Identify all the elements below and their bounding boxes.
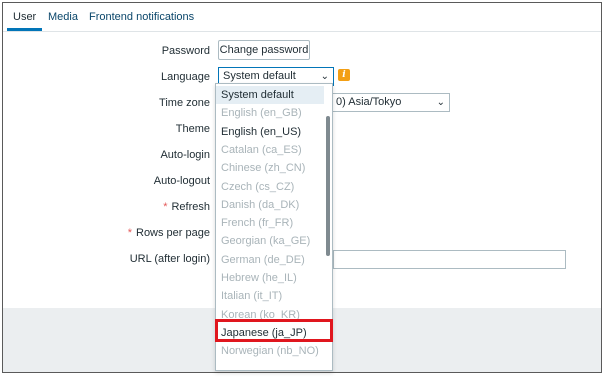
rows-per-page-label: * Rows per page [128, 227, 210, 239]
required-mark: * [127, 227, 132, 239]
tab-media[interactable]: Media [48, 11, 78, 23]
required-mark: * [163, 201, 168, 213]
refresh-label: * Refresh [163, 201, 210, 213]
tab-bar: User Media Frontend notifications [3, 3, 601, 32]
theme-label: Theme [175, 123, 210, 135]
timezone-label: Time zone [159, 97, 210, 109]
dropdown-option: Georgian (ka_GE) [221, 235, 311, 248]
url-after-login-label: URL (after login) [129, 253, 210, 265]
dropdown-option: Italian (it_IT) [221, 290, 283, 303]
active-tab-indicator [7, 28, 42, 31]
autologout-label: Auto-logout [153, 175, 210, 187]
autologin-label: Auto-login [160, 149, 210, 161]
tab-user[interactable]: User [13, 11, 36, 23]
password-label: Password [161, 45, 210, 57]
language-select-value: System default [223, 70, 296, 82]
dropdown-option: Danish (da_DK) [221, 198, 300, 211]
info-icon[interactable]: i [338, 69, 350, 81]
refresh-label-text: Refresh [171, 201, 210, 213]
dropdown-option: Norwegian (nb_NO) [221, 345, 319, 358]
dropdown-option: Hebrew (he_IL) [221, 272, 297, 284]
japanese-option-highlight-box [215, 319, 333, 342]
url-after-login-input[interactable] [333, 250, 566, 269]
dropdown-option: German (de_DE) [221, 253, 305, 266]
change-password-button[interactable]: Change password [218, 40, 310, 60]
dropdown-scrollbar-thumb[interactable] [326, 116, 330, 256]
chevron-down-icon: ⌄ [436, 97, 445, 108]
language-label: Language [161, 71, 210, 83]
dropdown-option: Chinese (zh_CN) [221, 162, 306, 175]
dropdown-option[interactable]: System default [216, 86, 324, 105]
dropdown-option: English (en_GB) [221, 107, 302, 120]
dropdown-option: French (fr_FR) [221, 217, 294, 230]
tab-frontend-notifications[interactable]: Frontend notifications [89, 11, 194, 23]
dropdown-option[interactable]: English (en_US) [216, 123, 324, 141]
dropdown-option: Czech (cs_CZ) [221, 180, 295, 193]
dropdown-option: Catalan (ca_ES) [221, 143, 302, 156]
rows-per-page-label-text: Rows per page [136, 227, 210, 239]
timezone-select-value: 0) Asia/Tokyo [336, 96, 402, 108]
